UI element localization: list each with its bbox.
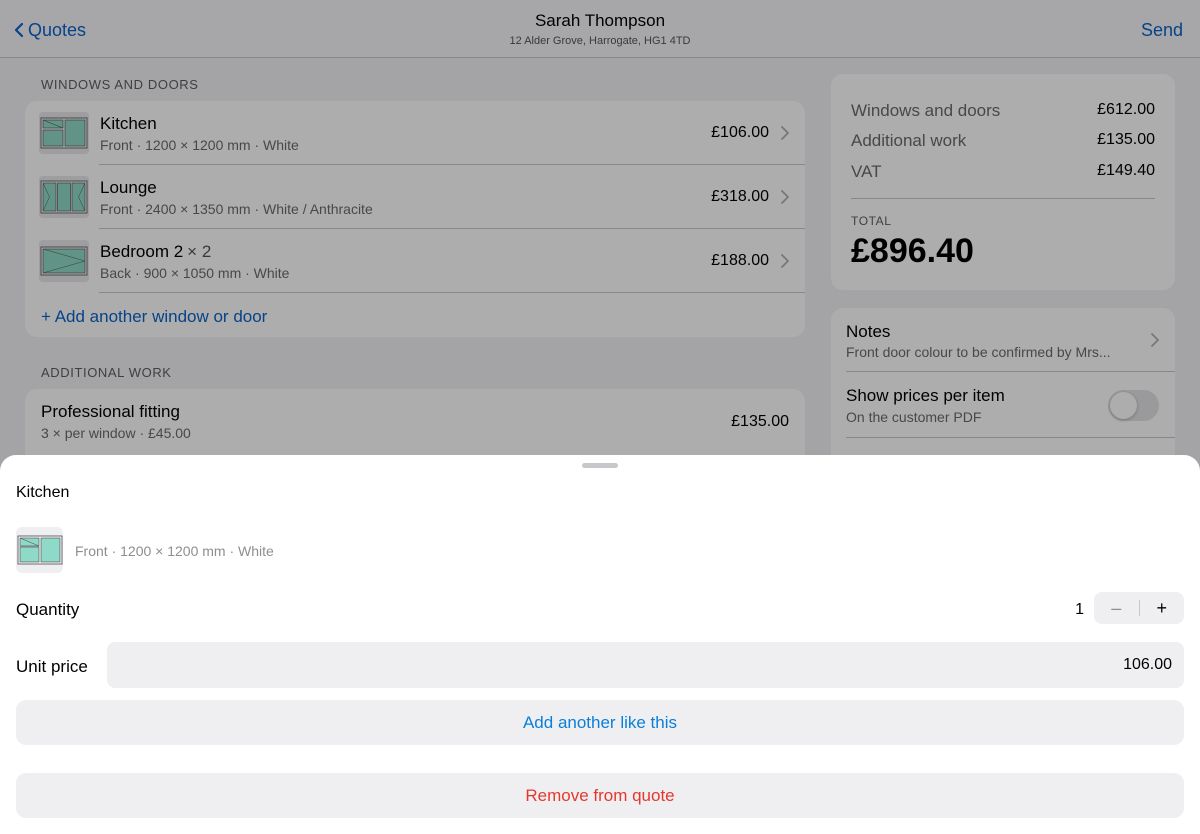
item-name: Lounge — [100, 178, 157, 197]
window-thumbnail — [39, 176, 89, 218]
row-separator — [846, 437, 1175, 438]
summary-row-windows: Windows and doors £612.00 — [851, 101, 1155, 131]
unit-price-input[interactable] — [107, 642, 1184, 688]
show-prices-subtitle: On the customer PDF — [846, 409, 982, 425]
show-prices-row: Show prices per item On the customer PDF — [831, 372, 1175, 438]
customer-address: 12 Alder Grove, Harrogate, HG1 4TD — [509, 35, 691, 47]
item-description: Back · 900 × 1050 mm · White — [100, 265, 290, 281]
send-button[interactable]: Send — [1141, 20, 1183, 41]
top-hung-window-icon — [40, 246, 88, 276]
triple-window-icon — [40, 180, 88, 214]
window-item-bedroom-2[interactable]: Bedroom 2 × 2 Back · 900 × 1050 mm · Whit… — [25, 229, 805, 293]
item-name: Bedroom 2 × 2 — [100, 242, 212, 261]
decrement-button[interactable]: – — [1094, 592, 1139, 624]
sheet-grabber[interactable] — [582, 463, 618, 468]
summary-label: VAT — [851, 162, 882, 181]
summary-label: Additional work — [851, 131, 967, 150]
show-prices-title: Show prices per item — [846, 386, 1005, 405]
chevron-right-icon — [781, 126, 789, 140]
item-name: Kitchen — [100, 114, 157, 133]
total-value: £896.40 — [851, 232, 974, 270]
item-description: Front · 2400 × 1350 mm · White / Anthrac… — [100, 201, 373, 217]
summary-value: £149.40 — [1097, 162, 1155, 179]
windows-section-header: WINDOWS AND DOORS — [41, 77, 199, 92]
windows-card: Kitchen Front · 1200 × 1200 mm · White £… — [25, 101, 805, 337]
window-thumbnail — [39, 112, 89, 154]
item-price: £188.00 — [711, 252, 769, 269]
window-thumbnail — [39, 240, 89, 282]
toggle-knob — [1110, 392, 1137, 419]
additional-item-fitting[interactable]: Professional fitting 3 × per window · £4… — [25, 389, 805, 453]
row-separator — [99, 292, 805, 293]
chevron-right-icon — [781, 254, 789, 268]
quantity-stepper: – + — [1094, 592, 1184, 624]
notes-row[interactable]: Notes Front door colour to be confirmed … — [831, 308, 1175, 372]
window-item-kitchen[interactable]: Kitchen Front · 1200 × 1200 mm · White £… — [25, 101, 805, 165]
summary-value: £135.00 — [1097, 131, 1155, 148]
show-prices-toggle[interactable] — [1108, 390, 1159, 421]
item-description: Front · 1200 × 1200 mm · White — [100, 137, 299, 153]
additional-section-header: ADDITIONAL WORK — [41, 365, 172, 380]
increment-button[interactable]: + — [1139, 592, 1184, 624]
sheet-item-description: Front · 1200 × 1200 mm · White — [75, 543, 274, 559]
chevron-right-icon — [781, 190, 789, 204]
item-price: £106.00 — [711, 124, 769, 141]
item-detail-sheet: Kitchen Front · 1200 × 1200 mm · White Q… — [0, 455, 1200, 834]
summary-value: £612.00 — [1097, 101, 1155, 118]
item-price: £135.00 — [731, 413, 789, 430]
item-price: £318.00 — [711, 188, 769, 205]
casement-window-icon — [17, 535, 62, 565]
quantity-value: 1 — [1075, 601, 1084, 618]
navigation-bar: Quotes Sarah Thompson 12 Alder Grove, Ha… — [0, 0, 1200, 58]
quantity-label: Quantity — [16, 600, 80, 619]
chevron-right-icon — [1151, 333, 1159, 347]
window-item-lounge[interactable]: Lounge Front · 2400 × 1350 mm · White / … — [25, 165, 805, 229]
total-label: TOTAL — [851, 214, 892, 228]
casement-window-icon — [40, 117, 88, 149]
notes-title: Notes — [846, 322, 891, 341]
options-card: Notes Front door colour to be confirmed … — [831, 308, 1175, 468]
summary-label: Windows and doors — [851, 101, 1001, 120]
summary-row-vat: VAT £149.40 — [851, 162, 1155, 192]
add-window-link[interactable]: + Add another window or door — [41, 307, 267, 327]
item-quantity: × 2 — [187, 242, 212, 261]
notes-preview: Front door colour to be confirmed by Mrs… — [846, 344, 1111, 360]
add-another-button[interactable]: Add another like this — [16, 700, 1184, 745]
summary-divider — [851, 198, 1155, 199]
item-name: Professional fitting — [41, 402, 180, 421]
unit-price-label: Unit price — [16, 657, 88, 676]
customer-name-title: Sarah Thompson — [534, 11, 666, 30]
item-description: 3 × per window · £45.00 — [41, 425, 191, 441]
totals-card: Windows and doors £612.00 Additional wor… — [831, 74, 1175, 290]
sheet-title: Kitchen — [16, 484, 70, 501]
summary-row-additional: Additional work £135.00 — [851, 131, 1155, 161]
remove-from-quote-button[interactable]: Remove from quote — [16, 773, 1184, 818]
sheet-window-thumbnail — [16, 527, 63, 573]
